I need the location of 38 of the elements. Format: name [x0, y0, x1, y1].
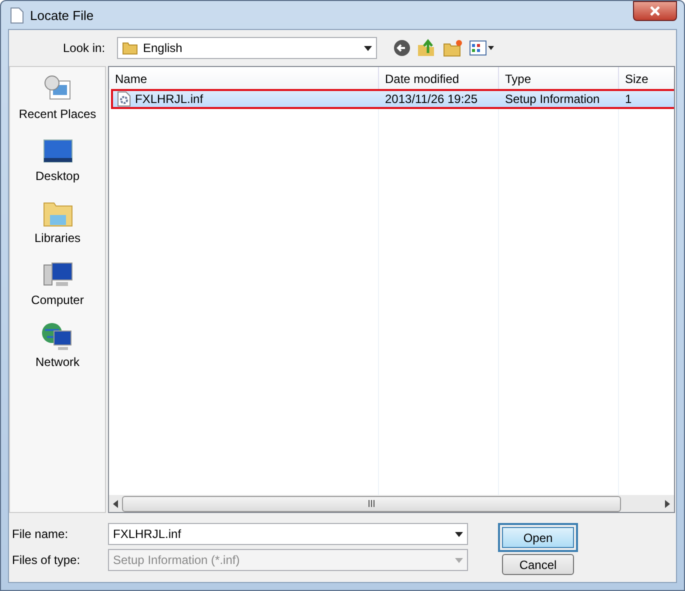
open-button[interactable]: Open	[498, 523, 578, 552]
table-cell: FXLHRJL.inf	[135, 92, 204, 106]
file-type-label: Files of type:	[11, 553, 82, 567]
document-icon	[10, 6, 24, 24]
look-in-label: Look in:	[63, 41, 106, 55]
dropdown-arrow-icon	[364, 46, 372, 50]
close-button[interactable]	[633, 1, 677, 21]
column-header[interactable]: Date modified	[379, 67, 499, 89]
scroll-right-icon[interactable]	[665, 500, 670, 508]
file-name-label: File name:	[11, 527, 70, 541]
table-cell: 2013/11/26 19:25	[385, 92, 478, 106]
new-folder-icon[interactable]	[443, 39, 463, 57]
column-header[interactable]: Type	[499, 67, 619, 89]
place-item[interactable]: Computer	[31, 259, 84, 307]
settings-file-icon	[117, 91, 131, 107]
place-item[interactable]: Recent Places	[18, 73, 96, 121]
dropdown-arrow-icon	[455, 532, 463, 536]
back-icon[interactable]	[393, 39, 411, 57]
dropdown-arrow-icon	[455, 558, 463, 562]
grip-icon	[368, 500, 375, 507]
cancel-button[interactable]: Cancel	[502, 554, 574, 575]
place-item[interactable]: Network	[35, 321, 80, 369]
file-row[interactable]: FXLHRJL.inf 2013/11/26 19:25 Setup Information 1	[111, 89, 674, 109]
place-item[interactable]: Libraries	[34, 197, 81, 245]
close-icon	[649, 6, 661, 16]
folder-icon	[122, 41, 138, 55]
look-in-dropdown[interactable]: English	[117, 37, 377, 59]
file-name-field[interactable]: FXLHRJL.inf	[108, 523, 468, 545]
scroll-left-icon[interactable]	[113, 500, 118, 508]
place-item[interactable]: Desktop	[35, 135, 80, 183]
up-folder-icon[interactable]	[417, 39, 437, 57]
column-header[interactable]: Name	[109, 67, 379, 89]
view-menu-icon[interactable]	[469, 40, 495, 56]
globe-monitor-icon	[41, 321, 74, 353]
table-cell: 1	[625, 92, 632, 106]
table-cell: Setup Information	[505, 92, 600, 106]
horizontal-scrollbar[interactable]	[109, 495, 674, 512]
window-title: Locate File	[30, 8, 94, 22]
